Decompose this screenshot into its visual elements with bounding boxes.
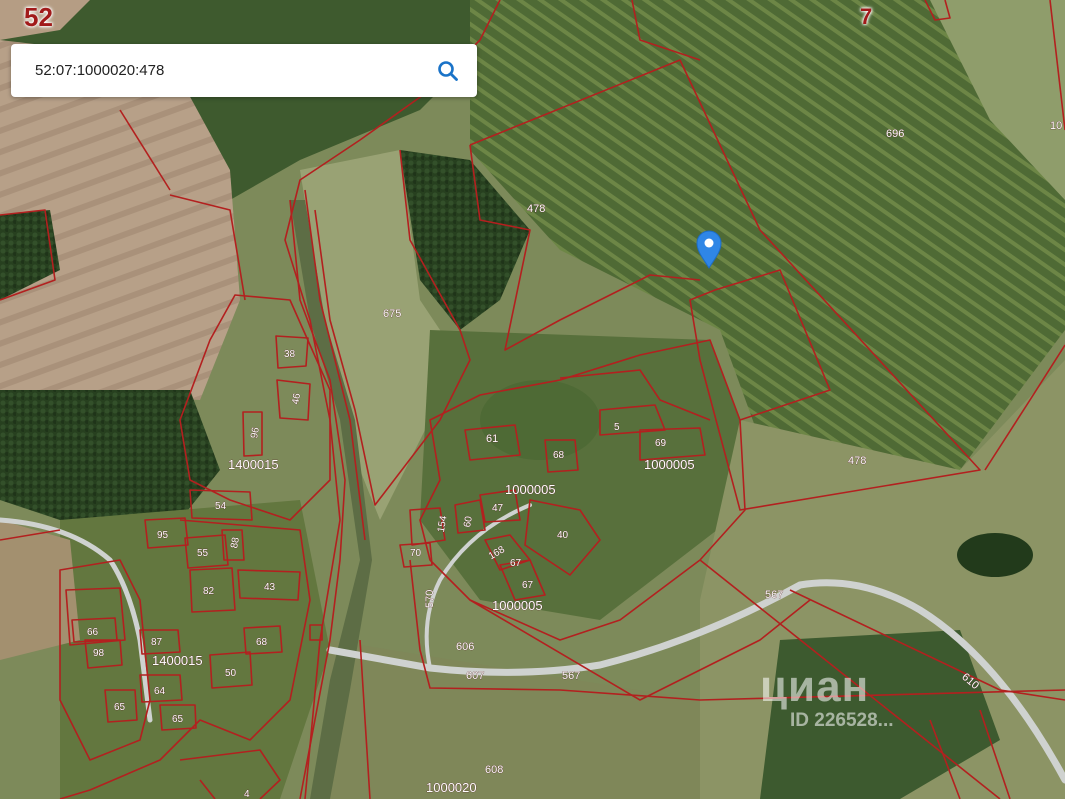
parcel-label-570[interactable]: 570 bbox=[424, 589, 437, 608]
parcel-label-40[interactable]: 40 bbox=[557, 530, 569, 542]
parcel-label-43[interactable]: 43 bbox=[264, 582, 276, 594]
cadastral-map[interactable]: 696 478 478 675 61 5 69 68 1000005 10000… bbox=[0, 0, 1065, 799]
region-number-label: 7 bbox=[860, 4, 873, 29]
parcel-label-607[interactable]: 607 bbox=[466, 670, 485, 683]
parcel-label-68[interactable]: 68 bbox=[553, 450, 565, 462]
parcel-label-70[interactable]: 70 bbox=[410, 548, 422, 560]
watermark-id: ID 226528... bbox=[790, 710, 894, 731]
parcel-label-82[interactable]: 82 bbox=[203, 586, 215, 598]
search-icon bbox=[438, 61, 458, 81]
parcel-label-67[interactable]: 67 bbox=[510, 558, 522, 570]
parcel-label-478[interactable]: 478 bbox=[848, 455, 867, 468]
region-number-label: 52 bbox=[24, 2, 53, 32]
parcel-label-606[interactable]: 606 bbox=[456, 641, 475, 654]
parcel-label-675[interactable]: 675 bbox=[383, 308, 402, 321]
parcel-label-55[interactable]: 55 bbox=[197, 548, 209, 560]
parcel-label-478[interactable]: 478 bbox=[527, 203, 546, 216]
parcel-label-87[interactable]: 87 bbox=[151, 637, 163, 649]
parcel-label-38[interactable]: 38 bbox=[284, 349, 296, 361]
parcel-label-5[interactable]: 5 bbox=[614, 422, 621, 434]
parcel-label-66[interactable]: 66 bbox=[87, 627, 99, 639]
parcel-label-47[interactable]: 47 bbox=[492, 503, 504, 515]
search-bar bbox=[11, 44, 477, 97]
parcel-label-1400015[interactable]: 1400015 bbox=[152, 653, 203, 669]
parcel-label-67[interactable]: 67 bbox=[522, 580, 534, 592]
parcel-label-1400015[interactable]: 1400015 bbox=[228, 457, 279, 473]
parcel-label-1000005[interactable]: 1000005 bbox=[644, 457, 695, 473]
parcel-label-1000005[interactable]: 1000005 bbox=[505, 482, 556, 498]
parcel-label-54[interactable]: 54 bbox=[215, 501, 227, 513]
parcel-label-69[interactable]: 69 bbox=[655, 438, 667, 450]
parcel-label-61[interactable]: 61 bbox=[486, 433, 499, 446]
parcel-label-95[interactable]: 95 bbox=[157, 530, 169, 542]
parcel-label-65[interactable]: 65 bbox=[172, 714, 184, 726]
parcel-label-98[interactable]: 98 bbox=[93, 648, 105, 660]
parcel-label-4[interactable]: 4 bbox=[244, 789, 251, 799]
parcel-label-65[interactable]: 65 bbox=[114, 702, 126, 714]
parcel-label-50[interactable]: 50 bbox=[225, 668, 237, 680]
parcel-label-68[interactable]: 68 bbox=[256, 637, 268, 649]
parcel-label-1000005[interactable]: 1000005 bbox=[492, 598, 543, 614]
parcel-label-1000020[interactable]: 1000020 bbox=[426, 780, 477, 796]
search-button[interactable] bbox=[433, 56, 463, 86]
parcel-label-696[interactable]: 696 bbox=[886, 128, 905, 141]
parcel-label-567[interactable]: 567 bbox=[765, 589, 784, 602]
region-label-edge: 10 bbox=[1050, 120, 1062, 132]
parcel-label-608[interactable]: 608 bbox=[485, 764, 504, 777]
watermark: циан ID 226528... bbox=[760, 662, 894, 731]
parcel-label-64[interactable]: 64 bbox=[154, 686, 166, 698]
watermark-logo: циан bbox=[760, 662, 870, 711]
search-input[interactable] bbox=[33, 61, 417, 80]
parcel-label-567[interactable]: 567 bbox=[562, 670, 581, 683]
